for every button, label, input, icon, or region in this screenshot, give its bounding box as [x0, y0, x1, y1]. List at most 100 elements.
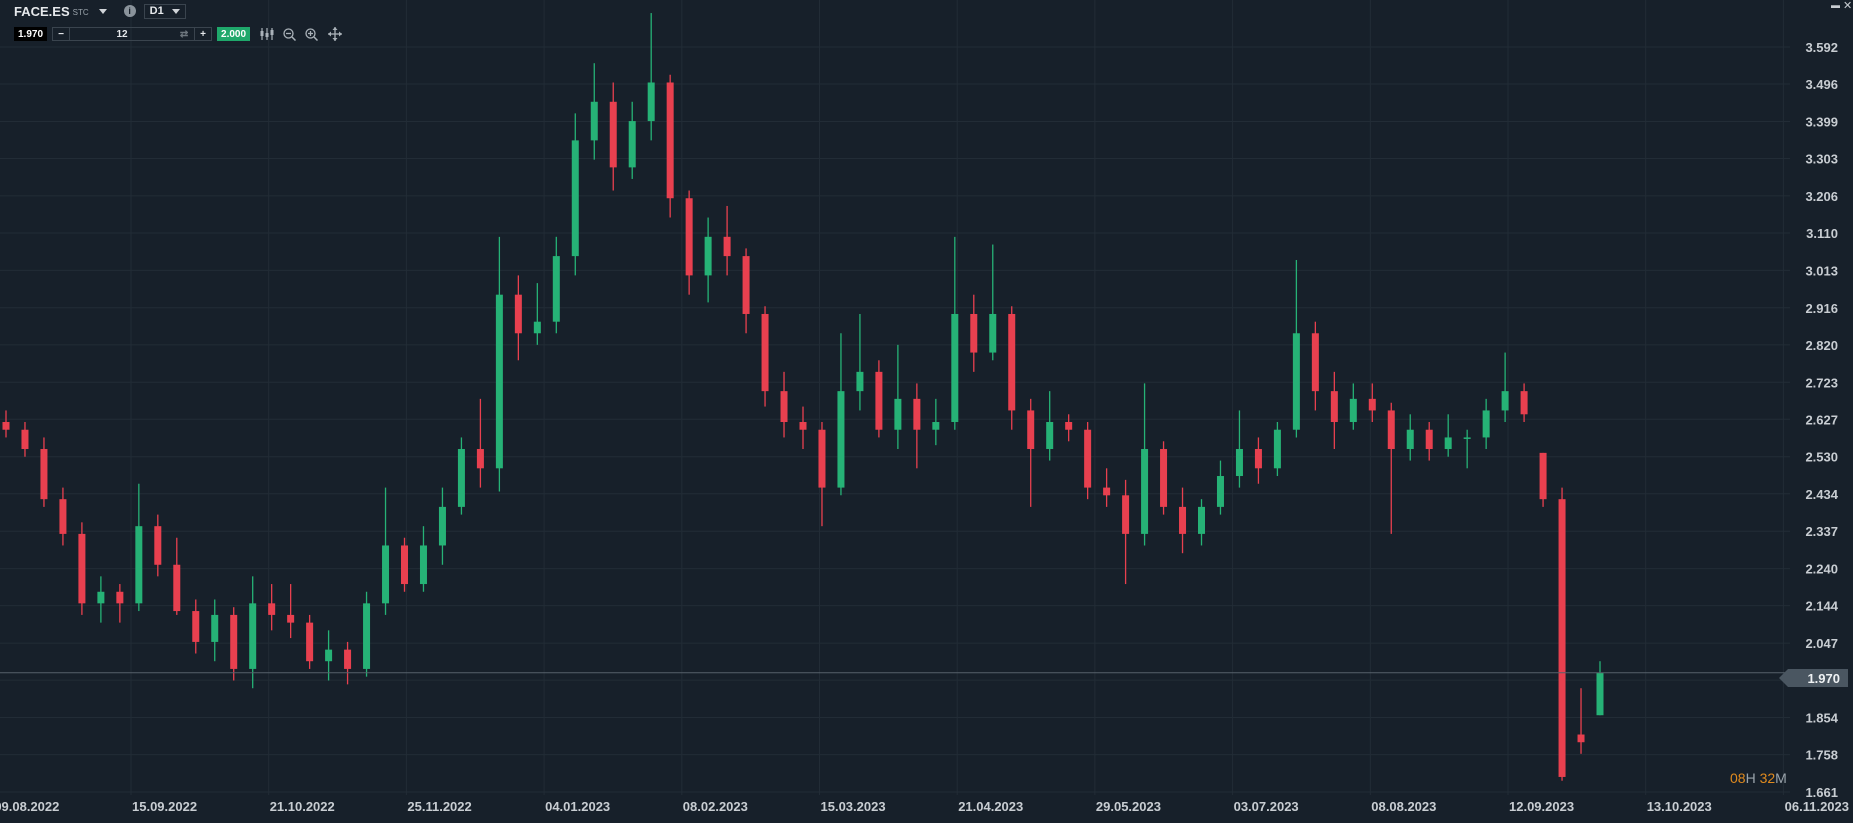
candle: [514, 275, 522, 361]
candle-body: [685, 198, 693, 276]
candle: [476, 398, 484, 488]
candle: [761, 306, 769, 407]
candle-body: [780, 391, 788, 423]
candle: [211, 599, 219, 662]
x-tick-label: 13.10.2023: [1647, 799, 1712, 814]
x-tick-label: 15.03.2023: [821, 799, 886, 814]
candle: [666, 74, 674, 218]
candle: [799, 406, 807, 450]
candle-body: [1501, 391, 1509, 411]
trade-bar: 1.970 − 12 ⇄ + 2.000: [14, 27, 344, 41]
candle: [1254, 437, 1262, 484]
x-tick-label: 09.08.2022: [0, 799, 59, 814]
symbol-bar: FACE.ES STC i D1: [14, 3, 186, 19]
minimize-icon[interactable]: ▬: [1831, 0, 1840, 10]
candle-body: [704, 236, 712, 276]
increase-button[interactable]: +: [194, 28, 211, 40]
candle: [913, 383, 921, 469]
candle-body: [894, 398, 902, 430]
candle: [1141, 383, 1149, 546]
quantity-stepper[interactable]: − 12 ⇄ +: [52, 27, 213, 41]
candle-body: [457, 449, 465, 507]
y-tick-label: 2.530: [1805, 450, 1838, 465]
candle-body: [268, 603, 276, 615]
y-tick-label: 1.758: [1805, 748, 1838, 763]
symbol-dropdown-icon[interactable]: [98, 8, 107, 14]
candle-body: [1141, 449, 1149, 534]
candle: [154, 514, 162, 577]
zoom-out-icon[interactable]: [280, 27, 298, 41]
candle: [1520, 383, 1528, 423]
candle-body: [21, 429, 29, 450]
candle-body: [1254, 449, 1262, 469]
candle: [590, 63, 598, 160]
candle: [533, 283, 541, 345]
y-tick-label: 1.661: [1805, 785, 1838, 800]
x-tick-label: 08.02.2023: [683, 799, 748, 814]
crosshair-move-icon[interactable]: [326, 27, 344, 41]
candle: [1065, 414, 1073, 442]
time-axis[interactable]: 09.08.2022 15.09.2022 21.10.2022 25.11.2022…: [0, 799, 1849, 814]
y-tick-label: 3.303: [1805, 151, 1838, 166]
candle: [192, 599, 200, 654]
y-tick-label: 3.592: [1805, 40, 1838, 55]
y-tick-label: 2.916: [1805, 301, 1838, 316]
candle: [609, 82, 617, 191]
chart-settings-icon[interactable]: [258, 27, 276, 41]
candle: [21, 422, 29, 457]
candle-body: [1520, 391, 1528, 415]
candle-body: [799, 422, 807, 430]
buy-price-button[interactable]: 2.000: [217, 27, 251, 41]
candle: [344, 641, 352, 685]
candle: [685, 190, 693, 295]
candle-body: [438, 506, 446, 546]
candle: [1084, 422, 1092, 500]
candle-body: [837, 391, 845, 488]
candle-body: [761, 313, 769, 392]
candle-body: [951, 313, 959, 423]
decrease-button[interactable]: −: [53, 28, 71, 40]
candle: [401, 537, 408, 592]
candle-body: [192, 611, 200, 642]
candle: [2, 410, 10, 438]
candle-body: [1463, 437, 1471, 439]
timeframe-select[interactable]: D1: [143, 3, 186, 19]
candle-body: [609, 101, 617, 168]
quantity-input[interactable]: 12: [70, 28, 174, 40]
info-icon[interactable]: i: [123, 5, 136, 17]
candle: [1577, 688, 1585, 754]
candle: [287, 584, 295, 639]
timeframe-value: D1: [149, 5, 164, 17]
candle-body: [1046, 422, 1054, 450]
candle: [875, 360, 883, 438]
symbol-name[interactable]: FACE.ES: [14, 4, 70, 19]
candle: [306, 614, 314, 669]
candle: [970, 294, 978, 372]
sell-price-button[interactable]: 1.970: [14, 27, 48, 41]
candle-body: [116, 591, 124, 604]
candle-body: [666, 82, 674, 199]
candle-body: [856, 371, 864, 392]
candle-body: [306, 622, 314, 662]
candle-body: [344, 649, 352, 669]
candle-body: [401, 545, 408, 585]
candle-body: [2, 422, 10, 430]
x-tick-label: 08.08.2023: [1371, 799, 1436, 814]
candle: [1596, 661, 1604, 716]
close-icon[interactable]: ✕: [1843, 0, 1852, 12]
candle: [704, 217, 712, 303]
countdown-m-unit: M: [1775, 770, 1787, 786]
candle: [1273, 422, 1281, 477]
y-tick-label: 2.240: [1805, 562, 1838, 577]
swap-icon[interactable]: ⇄: [174, 28, 194, 40]
candle-body: [1425, 429, 1433, 450]
candlestick-chart[interactable]: 3.592 3.496 3.399 3.303 3.206 3.110 3.013 2.916…: [0, 0, 1853, 823]
candle: [419, 526, 427, 592]
candle: [173, 537, 181, 615]
candle: [1406, 414, 1414, 461]
candle-body: [913, 398, 921, 430]
candle-body: [135, 526, 143, 604]
candle-body: [970, 313, 978, 353]
zoom-in-icon[interactable]: [302, 27, 320, 41]
x-tick-label: 15.09.2022: [132, 799, 197, 814]
